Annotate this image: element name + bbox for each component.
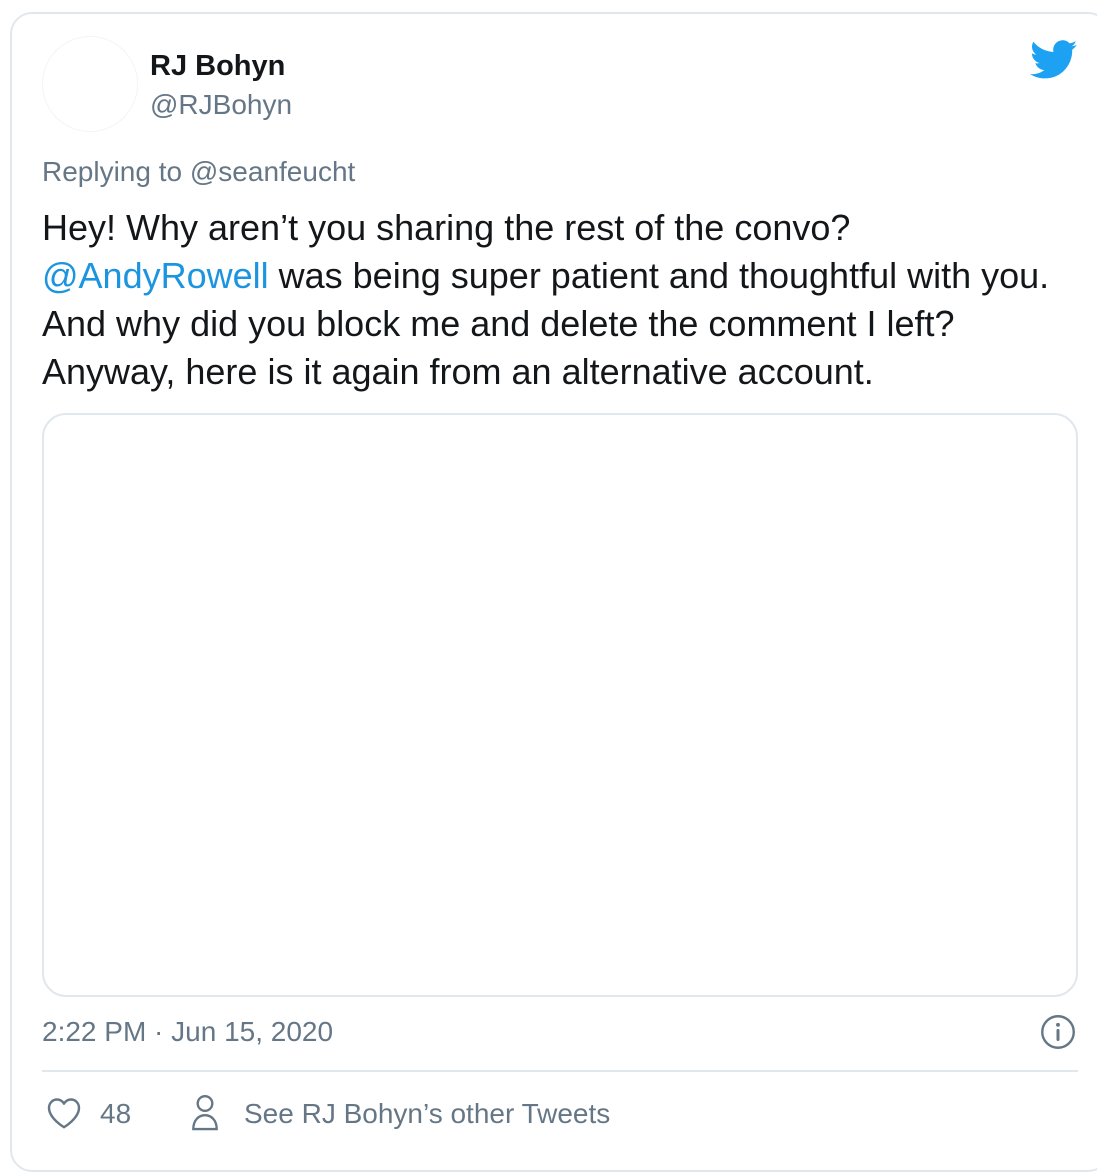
tweet-timestamp[interactable]: 2:22 PM · Jun 15, 2020 (42, 1014, 333, 1050)
person-icon[interactable] (190, 1094, 220, 1132)
heart-icon[interactable] (46, 1096, 82, 1130)
divider (42, 1070, 1078, 1072)
display-name[interactable]: RJ Bohyn (150, 48, 285, 84)
avatar[interactable] (42, 36, 138, 132)
user-handle[interactable]: @RJBohyn (150, 88, 292, 122)
see-other-tweets-link[interactable]: See RJ Bohyn’s other Tweets (244, 1096, 610, 1132)
like-count[interactable]: 48 (100, 1096, 131, 1132)
mention-link[interactable]: @AndyRowell (42, 255, 269, 296)
replying-to-label: Replying to (42, 156, 190, 187)
replying-to: Replying to @seanfeucht (42, 154, 355, 190)
info-icon[interactable] (1040, 1014, 1076, 1050)
twitter-bird-icon[interactable] (1030, 40, 1078, 80)
tweet-text-line1: Hey! Why aren’t you sharing the rest of … (42, 207, 851, 248)
reply-to-handle[interactable]: @seanfeucht (190, 156, 355, 187)
tweet-text: Hey! Why aren’t you sharing the rest of … (42, 204, 1062, 396)
media-attachment[interactable] (42, 413, 1078, 997)
